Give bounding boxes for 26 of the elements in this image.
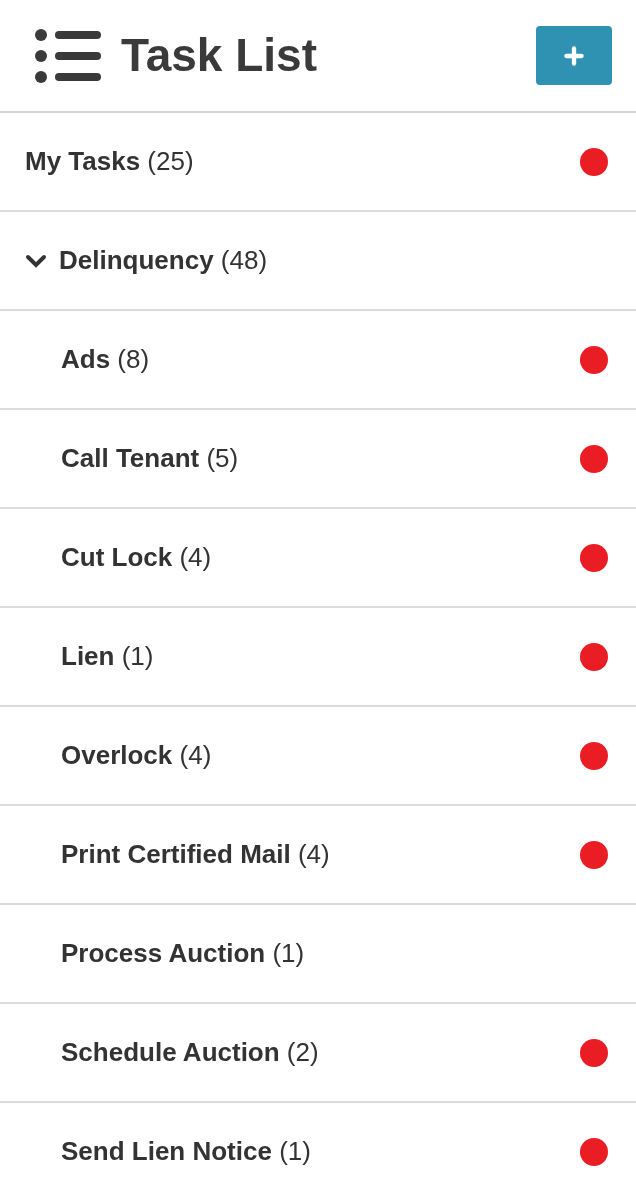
task-list-item[interactable]: My Tasks (25) — [0, 113, 636, 212]
task-list-item[interactable]: Call Tenant (5) — [0, 410, 636, 509]
task-category-label: Delinquency (48) — [59, 244, 269, 277]
task-list-item[interactable]: Cut Lock (4) — [0, 509, 636, 608]
task-list-item[interactable]: Schedule Auction (2) — [0, 1004, 636, 1103]
task-category-label: Process Auction (1) — [61, 937, 306, 970]
task-category-label: Schedule Auction (2) — [61, 1036, 320, 1069]
task-list-item[interactable]: Lien (1) — [0, 608, 636, 707]
task-category-label: My Tasks (25) — [25, 145, 195, 178]
task-category-label: Overlock (4) — [61, 739, 213, 772]
chevron-down-icon[interactable] — [25, 253, 47, 268]
task-category-label: Send Lien Notice (1) — [61, 1135, 312, 1168]
task-category-label: Ads (8) — [61, 343, 151, 376]
task-category-label: Call Tenant (5) — [61, 442, 240, 475]
task-list-item[interactable]: Overlock (4) — [0, 707, 636, 806]
task-list-item[interactable]: Send Lien Notice (1) — [0, 1103, 636, 1196]
task-category-label: Print Certified Mail (4) — [61, 838, 331, 871]
task-list-item[interactable]: Ads (8) — [0, 311, 636, 410]
add-button[interactable] — [536, 26, 612, 85]
list-icon — [35, 28, 101, 83]
task-list-item[interactable]: Delinquency (48) — [0, 212, 636, 311]
task-category-label: Cut Lock (4) — [61, 541, 213, 574]
task-list-item[interactable]: Print Certified Mail (4) — [0, 806, 636, 905]
page-title: Task List — [121, 28, 318, 83]
task-list-item[interactable]: Process Auction (1) — [0, 905, 636, 1004]
task-category-label: Lien (1) — [61, 640, 155, 673]
